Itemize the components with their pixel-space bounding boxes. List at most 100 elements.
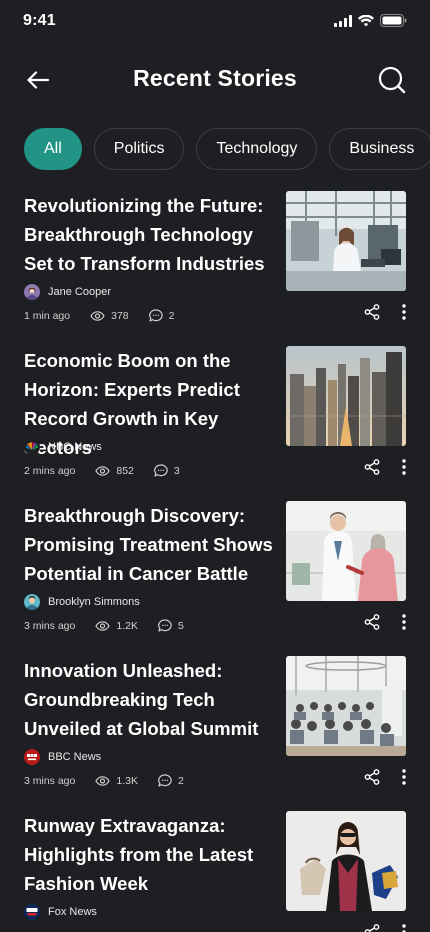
article-source: Brooklyn Simmons xyxy=(24,594,140,610)
time-text: 2 mins ago xyxy=(24,464,76,477)
comments-text: 5 xyxy=(177,619,184,632)
comment-icon xyxy=(148,309,163,322)
comments-text: 3 xyxy=(173,464,180,477)
comments-text: 2 xyxy=(177,774,184,787)
share-button[interactable] xyxy=(364,924,380,932)
more-vertical-icon xyxy=(402,304,406,320)
status-bar: 9:41 xyxy=(0,0,430,44)
more-vertical-icon xyxy=(402,614,406,630)
chip-business[interactable]: Business xyxy=(329,128,430,170)
city-photo-icon xyxy=(286,346,406,446)
time-ago: 2 mins ago xyxy=(24,465,75,477)
lab-photo-icon xyxy=(286,191,406,291)
article-image[interactable] xyxy=(286,346,406,446)
article-source: NBC News xyxy=(24,439,102,455)
search-icon xyxy=(378,66,406,94)
article-meta: 1 min ago 378 2 xyxy=(24,309,195,322)
time-ago: 3 mins ago xyxy=(24,620,75,632)
article-card[interactable]: Economic Boom on the Horizon: Experts Pr… xyxy=(24,346,406,501)
avatar xyxy=(24,284,40,300)
source-name: Jane Cooper xyxy=(48,286,111,298)
battery-icon xyxy=(380,14,407,27)
category-chips: All Politics Technology Business xyxy=(24,128,430,170)
views-text: 852 xyxy=(116,464,134,477)
avatar xyxy=(24,594,40,610)
share-icon xyxy=(364,459,380,475)
article-image[interactable] xyxy=(286,811,406,911)
bbc-logo-icon xyxy=(24,749,40,765)
share-button[interactable] xyxy=(364,769,380,785)
share-button[interactable] xyxy=(364,614,380,630)
view-count: 1.3K xyxy=(95,775,138,787)
chip-politics[interactable]: Politics xyxy=(93,128,185,170)
fox-logo-icon xyxy=(24,904,40,920)
time-text: 3 mins ago xyxy=(24,619,76,632)
more-button[interactable] xyxy=(402,304,406,320)
article-source: Fox News xyxy=(24,904,97,920)
time-ago: 1 min ago xyxy=(24,310,70,322)
article-actions xyxy=(364,459,406,475)
more-button[interactable] xyxy=(402,924,406,932)
article-source: Jane Cooper xyxy=(24,284,111,300)
article-meta: 3 mins ago 1.3K 2 xyxy=(24,774,204,787)
source-name: BBC News xyxy=(48,751,102,763)
eye-icon xyxy=(90,310,105,321)
share-icon xyxy=(364,614,380,630)
share-icon xyxy=(364,769,380,785)
share-icon xyxy=(364,304,380,320)
page-title: Recent Stories xyxy=(133,65,297,91)
time-text: 1 min ago xyxy=(24,309,71,322)
views-text: 1.2K xyxy=(116,619,138,632)
eye-icon xyxy=(95,775,111,786)
comment-count: 2 xyxy=(158,774,184,787)
share-button[interactable] xyxy=(364,304,380,320)
article-actions xyxy=(364,304,406,320)
doctor-photo-icon xyxy=(286,501,406,601)
chip-technology[interactable]: Technology xyxy=(196,128,318,170)
article-card[interactable]: Innovation Unleashed: Groundbreaking Tec… xyxy=(24,656,406,811)
view-count: 378 xyxy=(90,310,129,322)
comment-icon xyxy=(158,619,172,632)
more-vertical-icon xyxy=(402,924,406,932)
source-name: NBC News xyxy=(48,441,102,453)
article-card[interactable]: Breakthrough Discovery: Promising Treatm… xyxy=(24,501,406,656)
comment-count: 3 xyxy=(154,464,180,477)
article-card[interactable]: Revolutionizing the Future: Breakthrough… xyxy=(24,191,406,346)
article-title[interactable]: Revolutionizing the Future: Breakthrough… xyxy=(24,191,276,278)
article-image[interactable] xyxy=(286,656,406,756)
source-name: Fox News xyxy=(48,906,97,918)
views-text: 1.3K xyxy=(116,774,138,787)
article-card[interactable]: Runway Extravaganza: Highlights from the… xyxy=(24,811,406,932)
article-title[interactable]: Breakthrough Discovery: Promising Treatm… xyxy=(24,501,276,588)
more-vertical-icon xyxy=(402,459,406,475)
comment-icon xyxy=(154,464,168,477)
share-icon xyxy=(364,924,380,932)
eye-icon xyxy=(95,465,111,476)
chip-all[interactable]: All xyxy=(24,128,82,170)
views-text: 378 xyxy=(111,309,129,322)
time-text: 3 mins ago xyxy=(24,774,76,787)
article-source: BBC News xyxy=(24,749,101,765)
article-title[interactable]: Runway Extravaganza: Highlights from the… xyxy=(24,811,276,898)
status-time: 9:41 xyxy=(23,12,56,29)
article-title[interactable]: Innovation Unleashed: Groundbreaking Tec… xyxy=(24,656,276,743)
share-button[interactable] xyxy=(364,459,380,475)
source-name: Brooklyn Simmons xyxy=(48,596,140,608)
conference-photo-icon xyxy=(286,656,406,756)
eye-icon xyxy=(95,620,111,631)
wifi-icon xyxy=(358,14,374,26)
more-vertical-icon xyxy=(402,769,406,785)
comment-count: 2 xyxy=(148,309,175,322)
article-meta: 2 mins ago 852 3 xyxy=(24,464,200,477)
more-button[interactable] xyxy=(402,769,406,785)
comment-count: 5 xyxy=(158,619,184,632)
more-button[interactable] xyxy=(402,459,406,475)
header: Recent Stories xyxy=(0,56,430,104)
article-image[interactable] xyxy=(286,501,406,601)
article-image[interactable] xyxy=(286,191,406,291)
signal-icon xyxy=(334,14,352,27)
comments-text: 2 xyxy=(168,309,175,322)
more-button[interactable] xyxy=(402,614,406,630)
search-button[interactable] xyxy=(378,66,406,94)
article-actions xyxy=(364,614,406,630)
